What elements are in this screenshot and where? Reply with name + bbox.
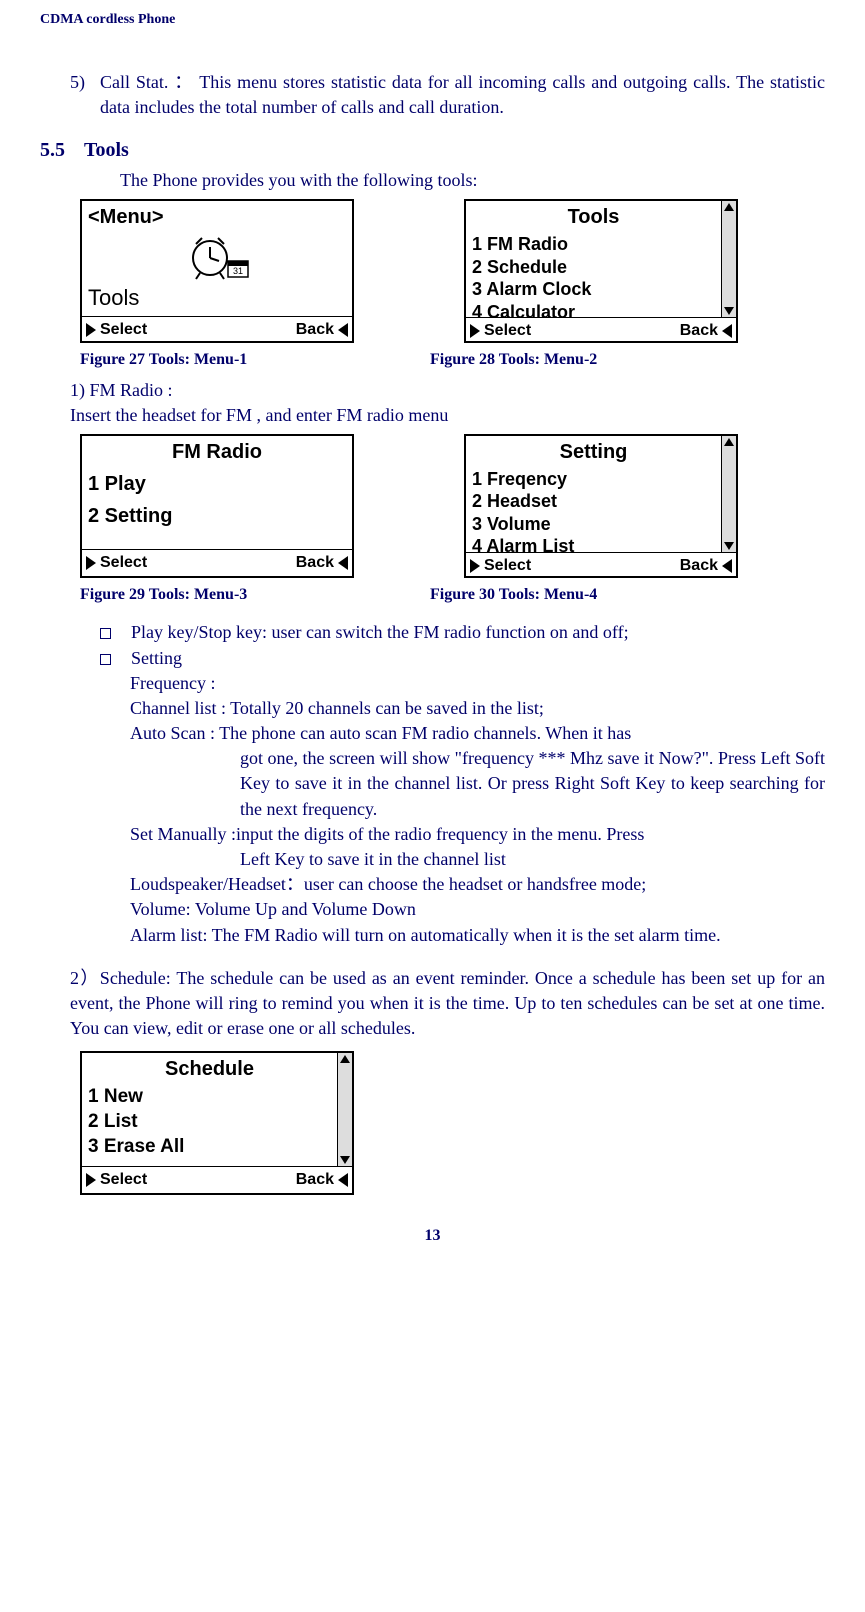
doc-header: CDMA cordless Phone [40, 10, 825, 30]
caption-30: Figure 30 Tools: Menu-4 [430, 584, 597, 606]
screen-27-label: Tools [82, 283, 352, 316]
screens-row-2: FM Radio 1 Play 2 Setting Select Back Se… [80, 434, 825, 578]
volume-line: Volume: Volume Up and Volume Down [130, 897, 825, 922]
caption-29: Figure 29 Tools: Menu-3 [80, 584, 430, 606]
section-title: Tools [84, 136, 129, 164]
list-num-5: 5) [70, 70, 100, 120]
menu-item[interactable]: 2 List [88, 1110, 331, 1135]
softkey-select[interactable]: Select [470, 320, 531, 342]
softkey-select[interactable]: Select [86, 319, 147, 341]
page-number: 13 [40, 1225, 825, 1247]
fm-insert-text: Insert the headset for FM , and enter FM… [70, 403, 825, 428]
screen-28: Tools 1 FM Radio 2 Schedule 3 Alarm Cloc… [464, 199, 738, 343]
autoscan-line2: got one, the screen will show "frequency… [240, 746, 825, 822]
screen-29: FM Radio 1 Play 2 Setting Select Back [80, 434, 354, 578]
alarmlist-line: Alarm list: The FM Radio will turn on au… [130, 923, 825, 948]
bullet-setting: Setting [100, 646, 825, 671]
scroll-down-icon [724, 542, 734, 550]
triangle-left-icon [338, 323, 348, 337]
softkey-back[interactable]: Back [680, 555, 732, 577]
menu-item[interactable]: 1 Play [88, 468, 346, 500]
scroll-up-icon [724, 438, 734, 446]
menu-item[interactable]: 3 Alarm Clock [472, 278, 715, 301]
triangle-right-icon [470, 559, 480, 573]
scrollbar[interactable] [721, 436, 736, 552]
screen-27-body: 31 [82, 233, 352, 283]
softkey-back[interactable]: Back [296, 552, 348, 574]
loudspeaker-line: Loudspeaker/Headset：user can choose the … [130, 872, 825, 897]
caption-27: Figure 27 Tools: Menu-1 [80, 349, 430, 371]
menu-item[interactable]: 1 New [88, 1085, 331, 1110]
fm-radio-heading: 1) FM Radio : [70, 378, 825, 403]
screen-27-title: <Menu> [82, 201, 352, 233]
menu-item[interactable]: 2 Schedule [472, 256, 715, 279]
scroll-down-icon [340, 1156, 350, 1164]
softkey-select[interactable]: Select [86, 552, 147, 574]
menu-item[interactable]: 2 Setting [88, 500, 346, 532]
bullet-play: Play key/Stop key: user can switch the F… [100, 620, 825, 645]
softkey-select[interactable]: Select [470, 555, 531, 577]
section-num: 5.5 [40, 136, 84, 164]
screen-30-title: Setting [466, 436, 721, 468]
triangle-left-icon [338, 1173, 348, 1187]
screen-27: <Menu> 31 Tools Select Back [80, 199, 354, 343]
scroll-up-icon [724, 203, 734, 211]
alarm-clock-icon: 31 [182, 233, 252, 283]
screen-schedule: Schedule 1 New 2 List 3 Erase All Select… [80, 1051, 354, 1195]
schedule-paragraph: 2）Schedule: The schedule can be used as … [70, 966, 825, 1042]
softkey-back[interactable]: Back [296, 1169, 348, 1191]
screen-29-title: FM Radio [82, 436, 352, 468]
screen-28-title: Tools [466, 201, 721, 233]
triangle-right-icon [86, 323, 96, 337]
scrollbar[interactable] [721, 201, 736, 317]
triangle-left-icon [722, 324, 732, 338]
caption-28: Figure 28 Tools: Menu-2 [430, 349, 597, 371]
scroll-up-icon [340, 1055, 350, 1063]
captions-row-2: Figure 29 Tools: Menu-3 Figure 30 Tools:… [40, 584, 825, 606]
svg-text:31: 31 [233, 266, 243, 276]
list-item-5: 5) Call Stat. ： This menu stores statist… [70, 70, 825, 120]
triangle-left-icon [722, 559, 732, 573]
freq-line: Frequency : [130, 671, 825, 696]
tools-intro: The Phone provides you with the followin… [120, 168, 825, 193]
triangle-right-icon [86, 1173, 96, 1187]
softkey-back[interactable]: Back [296, 319, 348, 341]
softkey-select[interactable]: Select [86, 1169, 147, 1191]
captions-row-1: Figure 27 Tools: Menu-1 Figure 28 Tools:… [40, 349, 825, 371]
scrollbar[interactable] [337, 1053, 352, 1166]
autoscan-line1: Auto Scan : The phone can auto scan FM r… [130, 721, 825, 746]
screen-sched-title: Schedule [82, 1053, 337, 1085]
section-5-5: 5.5 Tools [40, 136, 825, 164]
triangle-right-icon [470, 324, 480, 338]
setman-line2: Left Key to save it in the channel list [240, 847, 825, 872]
menu-item[interactable]: 3 Erase All [88, 1135, 331, 1160]
softkey-back[interactable]: Back [680, 320, 732, 342]
list-text-5: Call Stat. ： This menu stores statistic … [100, 70, 825, 120]
scroll-down-icon [724, 307, 734, 315]
triangle-left-icon [338, 556, 348, 570]
chanlist-line: Channel list : Totally 20 channels can b… [130, 696, 825, 721]
bullet-icon [100, 654, 111, 665]
menu-item[interactable]: 1 FM Radio [472, 233, 715, 256]
bullet-icon [100, 628, 111, 639]
menu-item[interactable]: 2 Headset [472, 490, 715, 513]
setman-line1: Set Manually :input the digits of the ra… [130, 822, 825, 847]
menu-item[interactable]: 1 Freqency [472, 468, 715, 491]
triangle-right-icon [86, 556, 96, 570]
screens-row-1: <Menu> 31 Tools Select Back Tools [80, 199, 825, 343]
screen-30: Setting 1 Freqency 2 Headset 3 Volume 4 … [464, 434, 738, 578]
menu-item[interactable]: 3 Volume [472, 513, 715, 536]
